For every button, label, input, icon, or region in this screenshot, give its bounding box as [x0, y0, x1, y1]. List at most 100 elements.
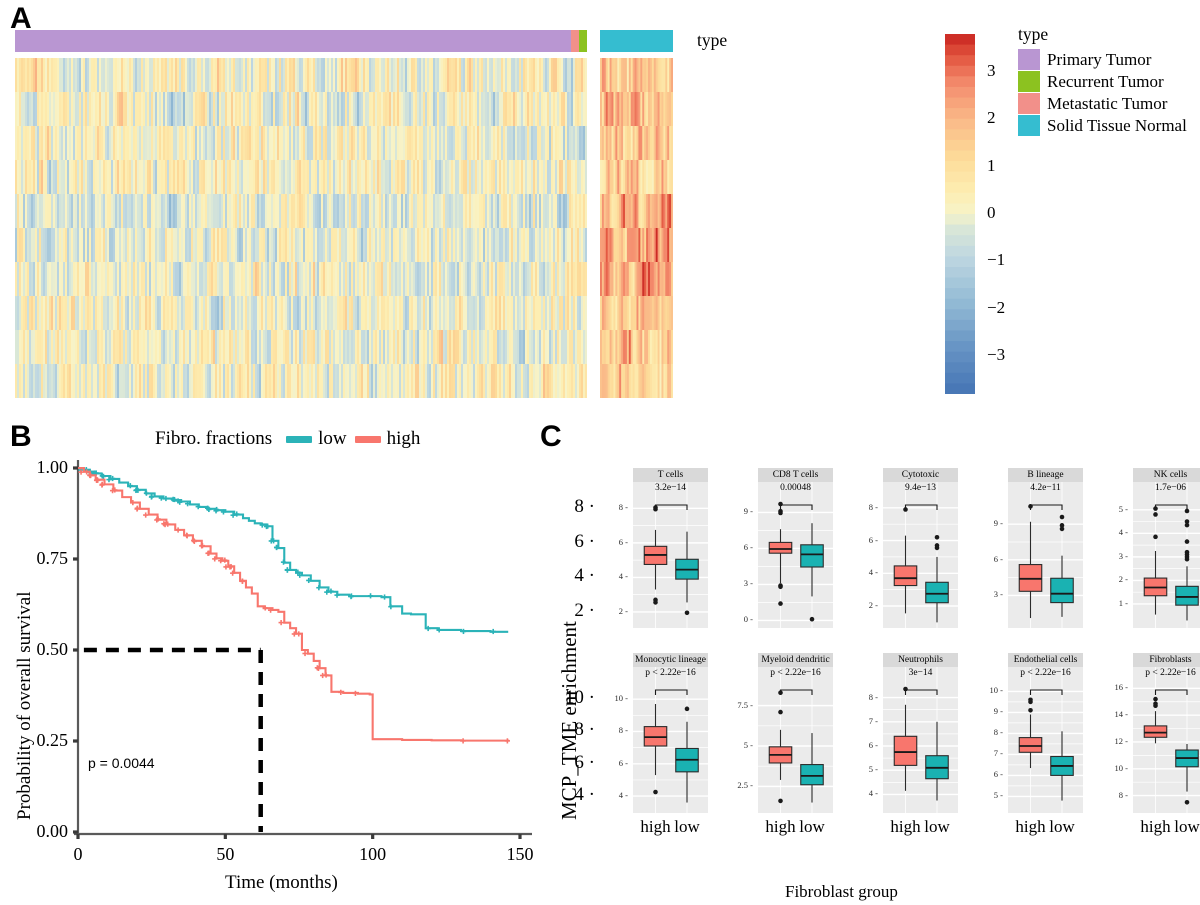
boxplot-svg	[633, 667, 708, 813]
colorbar-tick: −3	[987, 345, 1006, 365]
boxplot-facet-title: Neutrophils	[883, 653, 958, 667]
annotation-bar-tumor	[15, 30, 587, 52]
boxplot-facet-title: Myeloid dendritic cells	[758, 653, 833, 667]
boxplot-y-tick: 4 -	[868, 567, 878, 578]
boxplot-y-tick: 6 -	[618, 536, 628, 547]
boxplot-y-tick: 4 -	[1118, 527, 1128, 538]
boxplot-facet: NK cells 1.7e−06 1 - 2 - 3 - 4 - 5 -	[1103, 468, 1200, 628]
panel-c: C MCP_TME enrichment Fibroblast group T …	[535, 420, 1200, 905]
panel-b: B Fibro. fractions low high Probability …	[0, 420, 535, 905]
boxplot-svg	[758, 667, 833, 813]
boxplot-y-tick: 5 -	[1118, 503, 1128, 514]
boxplot-svg	[758, 482, 833, 628]
type-legend-swatch	[1018, 49, 1040, 70]
boxplot-svg	[1008, 667, 1083, 813]
boxplot-y-tick: 10 -	[614, 693, 628, 704]
boxplot-pvalue: p < 2.22e−16	[1020, 668, 1071, 678]
boxplot-y-tick: 5 -	[993, 790, 1003, 801]
boxplot-y-tick: 9 -	[993, 518, 1003, 529]
boxplot-outer-y-tick: 2 ·	[574, 599, 595, 621]
boxplot-y-tick: 10 -	[1114, 762, 1128, 773]
km-curve-low	[78, 466, 509, 633]
boxplot-outer-y-tick: 10 ·	[564, 687, 595, 709]
boxplot-facet: CD8 T cells 0.00048 0 - 3 - 6 - 9 -	[728, 468, 833, 628]
boxplot-facet-title: B lineage	[1008, 468, 1083, 482]
annotation-seg-metastatic	[570, 30, 579, 52]
boxplot-pvalue: p < 2.22e−16	[1145, 668, 1196, 678]
boxplot-y-tick: 9 -	[743, 506, 753, 517]
annotation-seg-primary	[15, 30, 571, 52]
boxplot-y-tick: 5 -	[868, 764, 878, 775]
boxplot-x-axis-title: Fibroblast group	[785, 882, 898, 901]
colorbar-tick: 3	[987, 60, 996, 80]
boxplot-outer-y-tick: 8 ·	[574, 496, 595, 518]
boxplot-facet: B lineage 4.2e−11 3 - 6 - 9 -	[978, 468, 1083, 628]
boxplot-facet-title: NK cells	[1133, 468, 1200, 482]
boxplot-pvalue: 9.4e−13	[905, 483, 936, 493]
boxplot-svg	[1133, 482, 1200, 628]
boxplot-pvalue: p < 2.22e−16	[645, 668, 696, 678]
annotation-bar-normal	[600, 30, 673, 52]
boxplot-y-tick: 6 -	[868, 740, 878, 750]
boxplot-y-tick: 2 -	[618, 605, 628, 616]
type-legend-label: Solid Tissue Normal	[1047, 115, 1187, 135]
boxplot-outer-y-tick: 4 ·	[574, 565, 595, 587]
boxplot-outer-y-tick: 6 ·	[574, 751, 595, 773]
boxplot-y-tick: 4 -	[618, 571, 628, 582]
heatmap-tumor	[15, 58, 587, 398]
boxplot-y-tick: 6 -	[868, 534, 878, 545]
boxplot-y-tick: 6 -	[993, 769, 1003, 780]
colorbar-tick: 0	[987, 203, 996, 222]
boxplot-y-tick: 7.5 -	[737, 699, 753, 710]
km-curve-high	[78, 466, 510, 742]
km-plot	[73, 460, 532, 839]
boxplot-x-tick: low	[799, 817, 825, 836]
boxplot-facet: Cytotoxic lymphocytes9.4e−13 2 - 4 - 6 - 8 -	[853, 468, 958, 628]
boxplot-y-tick: 0 -	[743, 614, 753, 625]
type-legend-swatch	[1018, 115, 1040, 136]
boxplot-y-tick: 9 -	[993, 706, 1003, 717]
boxplot-y-tick: 2 -	[1118, 574, 1128, 585]
boxplot-pvalue: 3e−14	[908, 668, 933, 678]
boxplot-y-tick: 16 -	[1114, 682, 1128, 693]
boxplot-y-tick: 6 -	[993, 553, 1003, 564]
boxplot-y-tick: 4 -	[868, 788, 878, 799]
type-legend-title: type	[1018, 24, 1049, 44]
boxplot-outer-y-tick: 6 ·	[574, 530, 595, 552]
type-legend-label: Metastatic Tumor	[1047, 93, 1168, 113]
boxplot-y-tick: 8 -	[618, 725, 628, 736]
boxplot-x-tick: low	[674, 817, 700, 836]
type-legend-label: Recurrent Tumor	[1047, 71, 1164, 91]
boxplot-svg	[883, 667, 958, 813]
boxplot-facet-title: Fibroblasts	[1133, 653, 1200, 667]
type-legend-rows: Primary Tumor Recurrent Tumor Metastatic T…	[1018, 49, 1187, 136]
boxplot-pvalue: p < 2.22e−16	[770, 668, 821, 678]
colorbar-tick: 2	[987, 108, 996, 128]
type-legend-item: Recurrent Tumor	[1018, 71, 1187, 92]
type-legend: type Primary Tumor Recurrent Tumor Metasta…	[1018, 24, 1187, 137]
boxplot-y-tick: 7 -	[993, 748, 1003, 759]
boxplot-y-tick: 8 -	[868, 501, 878, 512]
boxplot-x-tick: low	[1049, 817, 1075, 836]
boxplot-y-tick: 8 -	[1118, 789, 1128, 800]
panel-a: A type Neutrophils (6.1e-8)*Endothelial …	[0, 0, 1200, 420]
boxplot-facet: Monocytic lineage p < 2.22e−16 4 - 6 - 8 - 10…	[603, 653, 708, 836]
boxplot-y-tick: 3 -	[1118, 550, 1128, 561]
boxplot-facet-title: Endothelial cells	[1008, 653, 1083, 667]
boxplot-y-tick: 12 -	[1114, 735, 1128, 746]
boxplot-y-tick: 5 -	[743, 740, 753, 750]
boxplot-facet-title: Monocytic lineage	[633, 653, 708, 667]
boxplot-pvalue: 3.2e−14	[655, 483, 686, 493]
boxplot-y-tick: 8 -	[868, 691, 878, 702]
type-legend-item: Primary Tumor	[1018, 49, 1187, 70]
boxplot-facet-title: Cytotoxic lymphocytes	[883, 468, 958, 482]
boxplot-svg	[1133, 667, 1200, 813]
colorbar-tick: −1	[987, 250, 1006, 270]
boxplot-y-tick: 2 -	[868, 600, 878, 610]
boxplot-outer-y-tick: 8 ·	[574, 719, 595, 741]
boxplot-facet: Myeloid dendritic cellsp < 2.22e−16 2.5 -…	[728, 653, 833, 836]
colorbar-tick: 1	[987, 155, 996, 175]
boxplot-pvalue: 0.00048	[780, 483, 811, 493]
boxplot-pvalue: 4.2e−11	[1030, 483, 1061, 493]
boxplot-svg	[883, 482, 958, 628]
